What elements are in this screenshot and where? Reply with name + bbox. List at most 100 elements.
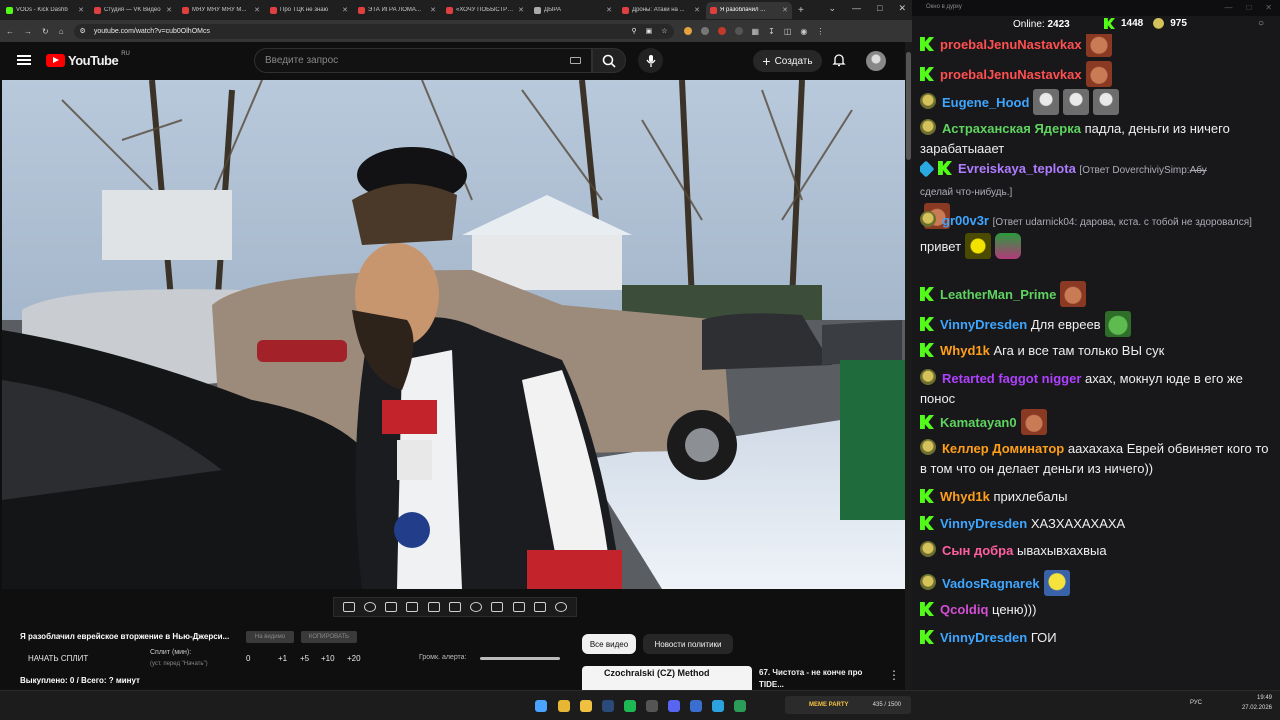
- increment-button[interactable]: +10: [321, 654, 335, 663]
- tab-close-icon[interactable]: ✕: [430, 6, 436, 14]
- steam-icon[interactable]: [602, 700, 614, 712]
- download-icon[interactable]: ↧: [768, 27, 775, 36]
- telegram-icon[interactable]: [712, 700, 724, 712]
- browser-tab[interactable]: Дроны: Атаки на ... ✕: [618, 2, 704, 19]
- chat-username[interactable]: Qcoldiq: [940, 602, 988, 617]
- browser-tab[interactable]: Студия — VK Видео ✕: [90, 2, 176, 19]
- zoom-icon[interactable]: ⚲: [632, 27, 637, 35]
- language-indicator[interactable]: РУС: [1190, 698, 1202, 708]
- speed-icon[interactable]: [470, 602, 483, 612]
- cast-icon[interactable]: ▣: [646, 27, 653, 35]
- keyboard-icon[interactable]: [570, 57, 581, 64]
- chrome-icon[interactable]: [558, 700, 570, 712]
- maximize-icon[interactable]: □: [1246, 3, 1251, 12]
- loop-icon[interactable]: [342, 602, 355, 612]
- search-button[interactable]: [592, 48, 626, 73]
- alert-volume-slider[interactable]: [480, 657, 560, 660]
- tab-close-icon[interactable]: ✕: [782, 6, 788, 14]
- film-icon[interactable]: [406, 602, 419, 612]
- chat-username[interactable]: proebalJenuNastavkax: [940, 67, 1082, 82]
- browser-tab[interactable]: Я разоблачил ... ✕: [706, 1, 792, 19]
- voice-search-button[interactable]: [638, 48, 663, 73]
- increment-button[interactable]: +20: [347, 654, 361, 663]
- avatar[interactable]: [866, 51, 886, 71]
- cast-video-icon[interactable]: [385, 602, 398, 612]
- chat-username[interactable]: Eugene_Hood: [942, 95, 1029, 110]
- tab-close-icon[interactable]: ✕: [166, 6, 172, 14]
- chat-username[interactable]: Kamatayan0: [940, 415, 1017, 430]
- chat-username[interactable]: VinnyDresden: [940, 630, 1027, 645]
- obs-icon[interactable]: [646, 700, 658, 712]
- app-icon[interactable]: [734, 700, 746, 712]
- tab-close-icon[interactable]: ✕: [518, 6, 524, 14]
- chat-username[interactable]: Whyd1k: [940, 489, 990, 504]
- chip-politics-news[interactable]: Новости политики: [643, 634, 733, 654]
- chat-username[interactable]: proebalJenuNastavkax: [940, 37, 1082, 52]
- pip-icon[interactable]: [427, 602, 440, 612]
- back-icon[interactable]: ←: [6, 27, 14, 36]
- chat-username[interactable]: Астраханская Ядерка: [942, 121, 1081, 136]
- browser-tab[interactable]: ДЫРА ✕: [530, 2, 616, 19]
- youtube-logo[interactable]: YouTube RU: [46, 51, 130, 68]
- chat-username[interactable]: VadosRagnarek: [942, 576, 1040, 591]
- maximize-icon[interactable]: □: [877, 3, 882, 14]
- start-split-button[interactable]: НАЧАТЬ СПЛИТ: [28, 654, 88, 663]
- chat-username[interactable]: Whyd1k: [940, 343, 990, 358]
- discord-icon[interactable]: [668, 700, 680, 712]
- chat-username[interactable]: Retarted faggot nigger: [942, 371, 1081, 386]
- settings-gear-icon[interactable]: [555, 602, 568, 612]
- flask-icon[interactable]: [534, 602, 547, 612]
- close-icon[interactable]: ✕: [898, 3, 906, 14]
- video-player[interactable]: [2, 80, 905, 589]
- tab-search-icon[interactable]: ⌄: [828, 3, 836, 14]
- clock-time[interactable]: 19:49: [1242, 693, 1272, 703]
- extension-icon[interactable]: [683, 27, 692, 35]
- add-clip-icon[interactable]: [491, 602, 504, 612]
- bookmark-star-icon[interactable]: ☆: [661, 27, 667, 35]
- camera-icon[interactable]: [512, 602, 525, 612]
- folder-icon[interactable]: [580, 700, 592, 712]
- chat-username[interactable]: VinnyDresden: [940, 516, 1027, 531]
- menu-kebab-icon[interactable]: ⋮: [816, 27, 824, 36]
- tab-close-icon[interactable]: ✕: [342, 6, 348, 14]
- related-video-title[interactable]: 67. Чистота - не конче про TIDE...: [759, 667, 874, 691]
- create-button[interactable]: + Создать: [753, 50, 822, 72]
- browser-tab[interactable]: Про ТЦК не знаю ✕: [266, 2, 352, 19]
- extension-icon[interactable]: [734, 27, 743, 35]
- increment-button[interactable]: +5: [300, 654, 309, 663]
- profile-icon[interactable]: ◉: [800, 27, 807, 36]
- browser-tab[interactable]: ЭТА ИГРА ЛОМА... ✕: [354, 2, 440, 19]
- home-icon[interactable]: ⌂: [59, 27, 64, 36]
- chat-message-list[interactable]: proebalJenuNastavkax proebalJenuNastavkax…: [920, 34, 1272, 690]
- spotify-icon[interactable]: [624, 700, 636, 712]
- copy-button[interactable]: КОПИРОВАТЬ: [301, 631, 357, 643]
- reload-icon[interactable]: ↻: [42, 27, 49, 36]
- site-info-icon[interactable]: ⚙: [80, 27, 86, 35]
- scrollbar-thumb[interactable]: [906, 52, 911, 160]
- browser-tab[interactable]: VODs - Kick Dashb ✕: [2, 2, 88, 19]
- puzzle-icon[interactable]: ▦: [752, 27, 760, 36]
- extension-icon[interactable]: [717, 27, 726, 35]
- hamburger-menu-icon[interactable]: [17, 55, 31, 65]
- tab-close-icon[interactable]: ✕: [254, 6, 260, 14]
- browser-tab[interactable]: «ХОЧУ ПОБЫСТРЕ... ✕: [442, 2, 528, 19]
- chat-username[interactable]: VinnyDresden: [940, 317, 1027, 332]
- media-icon[interactable]: [690, 700, 702, 712]
- hide-button[interactable]: На видимо: [246, 631, 294, 643]
- more-actions-icon[interactable]: ⋮: [888, 668, 900, 682]
- minimize-icon[interactable]: —: [1224, 3, 1232, 12]
- extension-icon[interactable]: [700, 27, 709, 35]
- clock-date[interactable]: 27.02.2026: [1242, 703, 1272, 713]
- split-view-icon[interactable]: ◫: [784, 27, 792, 36]
- meme-party-widget[interactable]: MEME PARTY 435 / 1500: [785, 696, 911, 714]
- chip-all-videos[interactable]: Все видео: [582, 634, 636, 654]
- audio-icon[interactable]: [363, 602, 376, 612]
- chat-username[interactable]: gr00v3r: [942, 213, 989, 228]
- frames-icon[interactable]: [448, 602, 461, 612]
- notifications-bell-icon[interactable]: [832, 53, 846, 67]
- chat-username[interactable]: Сын добра: [942, 543, 1013, 558]
- browser-tab[interactable]: МЯУ МЯУ МЯУ М... ✕: [178, 2, 264, 19]
- tab-close-icon[interactable]: ✕: [78, 6, 84, 14]
- url-field[interactable]: ⚙ youtube.com/watch?v=cub0OlhOMcs ⚲ ▣ ☆: [73, 23, 674, 39]
- increment-button[interactable]: +1: [278, 654, 287, 663]
